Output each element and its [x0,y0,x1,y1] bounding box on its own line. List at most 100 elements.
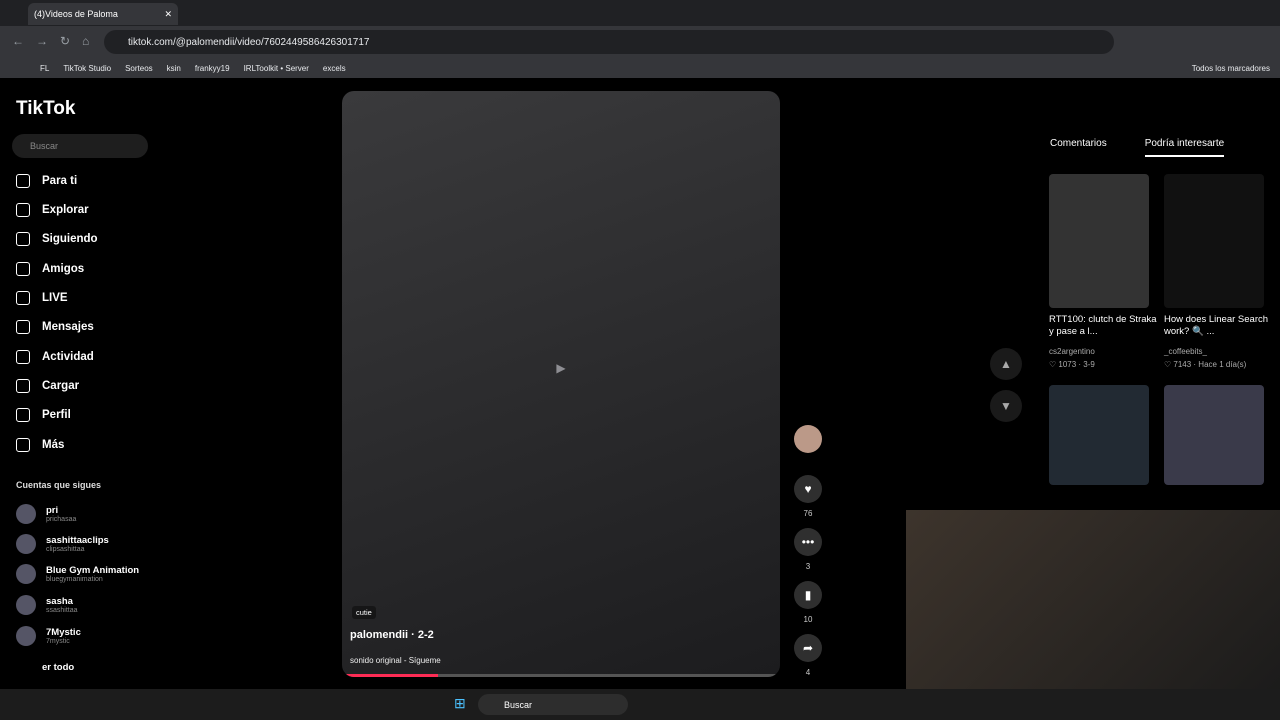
heart-icon[interactable]: ♥ [794,475,822,503]
video-tag[interactable]: cutie [352,606,376,619]
video-thumbnail[interactable] [1049,174,1149,308]
sidebar-item-label: Perfil [42,409,71,421]
back-icon[interactable]: ← [12,34,24,48]
video-sound[interactable]: sonido original - Sígueme [350,656,441,665]
author-avatar[interactable] [794,425,822,453]
activity-icon [16,350,30,364]
following-account[interactable]: 7Mystic 7mystic [16,626,81,646]
card-title[interactable]: RTT100: clutch de Straka y pase a l... [1049,314,1159,339]
card-author[interactable]: cs2argentino [1049,347,1095,356]
friends-icon [16,262,30,276]
avatar [16,534,36,554]
bookmark-item[interactable]: Sorteos [125,64,153,73]
account-name: sashittaaclips [46,535,109,546]
account-user: clipsashittaa [46,546,85,553]
see-all-link[interactable]: er todo [42,662,74,673]
upload-icon [16,379,30,393]
sidebar-item-label: Amigos [42,263,85,275]
comment-count: 3 [805,562,811,571]
browser-tab-strip: (4)Videos de Paloma ✕ [0,0,1280,26]
video-placeholder: ▶ [556,361,566,375]
sidebar-item-label: Para ti [42,175,78,187]
sidebar-item-label: Más [42,439,65,451]
bookmark-item[interactable]: TikTok Studio [63,64,111,73]
avatar [16,564,36,584]
card-title[interactable]: How does Linear Search work? 🔍 ... [1164,314,1274,339]
bookmark-item[interactable]: frankyy19 [195,64,230,73]
following-account[interactable]: pri prichasaa [16,504,76,524]
sidebar-item-label: Explorar [42,204,89,216]
following-account[interactable]: sashittaaclips clipsashittaa [16,534,109,554]
video-thumbnail[interactable] [1164,174,1264,308]
share-count: 4 [805,668,811,677]
sidebar-item-explore[interactable]: Explorar [16,203,89,217]
card-author[interactable]: _coffeebits_ [1164,347,1207,356]
account-user: ssashittaa [46,607,78,614]
following-account[interactable]: Blue Gym Animation bluegymanimation [16,564,139,584]
windows-taskbar: ⊞ Buscar [0,689,1280,720]
close-icon[interactable]: ✕ [164,9,172,20]
sidebar-item-for-you[interactable]: Para ti [16,174,77,188]
avatar [16,595,36,615]
video-progress[interactable] [342,674,780,677]
compass-icon [16,203,30,217]
bookmark-item[interactable]: IRLToolkit • Server [244,64,309,73]
sidebar-item-label: Actividad [42,351,94,363]
account-name: Blue Gym Animation [46,565,140,576]
tab-comments[interactable]: Comentarios [1050,138,1107,157]
more-icon [16,438,30,452]
sidebar-item-upload[interactable]: Cargar [16,379,79,393]
account-name: 7Mystic [46,627,81,638]
home-icon[interactable]: ⌂ [82,34,89,48]
tab-title: (4)Videos de Paloma [34,9,118,19]
following-title: Cuentas que sigues [16,480,102,490]
messages-icon [16,320,30,334]
bookmarks-bar: FL TikTok Studio Sorteos ksin frankyy19 … [0,58,1280,78]
chevron-up-icon[interactable]: ▲ [990,348,1022,380]
sidebar-item-live[interactable]: LIVE [16,291,68,305]
windows-start-icon[interactable]: ⊞ [454,695,466,712]
browser-tab[interactable]: (4)Videos de Paloma ✕ [28,3,178,25]
video-author[interactable]: palomendii · 2-2 [350,629,434,641]
bookmark-icon[interactable]: ▮ [794,581,822,609]
sidebar-item-label: Siguiendo [42,233,98,245]
bookmark-item[interactable]: FL [40,64,49,73]
card-meta: ♡ 1073 · 3-9 [1049,360,1095,369]
tab-suggestions[interactable]: Podría interesarte [1144,138,1225,157]
taskbar-search-label: Buscar [504,699,533,710]
sidebar-item-label: Mensajes [42,321,94,333]
all-bookmarks[interactable]: Todos los marcadores [1192,64,1280,73]
account-user: prichasaa [46,516,77,523]
taskbar-search[interactable]: Buscar [478,694,628,715]
chevron-down-icon[interactable]: ▼ [990,390,1022,422]
bookmark-item[interactable]: excels [323,64,346,73]
avatar [16,504,36,524]
sidebar-item-activity[interactable]: Actividad [16,350,94,364]
sidebar-item-friends[interactable]: Amigos [16,262,84,276]
sidebar-item-following[interactable]: Siguiendo [16,232,98,246]
search-input[interactable]: Buscar [12,134,148,158]
comment-icon[interactable]: ••• [794,528,822,556]
sidebar-item-messages[interactable]: Mensajes [16,320,94,334]
sidebar-item-more[interactable]: Más [16,438,64,452]
address-bar: ← → ↻ ⌂ tiktok.com/@palomendii/video/760… [0,26,1280,58]
following-icon [16,232,30,246]
save-count: 10 [803,615,813,624]
bookmark-item[interactable]: ksin [167,64,181,73]
video-player[interactable]: ▶ cutie palomendii · 2-2 sonido original… [342,91,780,677]
reload-icon[interactable]: ↻ [60,34,70,48]
share-icon[interactable]: ➦ [794,634,822,662]
profile-icon [16,408,30,422]
forward-icon[interactable]: → [36,34,48,48]
video-thumbnail[interactable] [1164,385,1264,485]
tiktok-logo[interactable]: TikTok [16,98,75,120]
progress-fill [342,674,439,677]
search-placeholder: Buscar [30,141,59,151]
tiktok-sidebar: TikTok Buscar Para ti Explorar Siguiendo… [0,82,160,687]
sidebar-item-profile[interactable]: Perfil [16,408,71,422]
url-field[interactable]: tiktok.com/@palomendii/video/76024495864… [104,30,1114,54]
following-account[interactable]: sasha ssashittaa [16,595,78,615]
video-thumbnail[interactable] [1049,385,1149,485]
url-text: tiktok.com/@palomendii/video/76024495864… [128,36,370,48]
panel-tabs: Comentarios Podría interesarte [1050,138,1225,157]
